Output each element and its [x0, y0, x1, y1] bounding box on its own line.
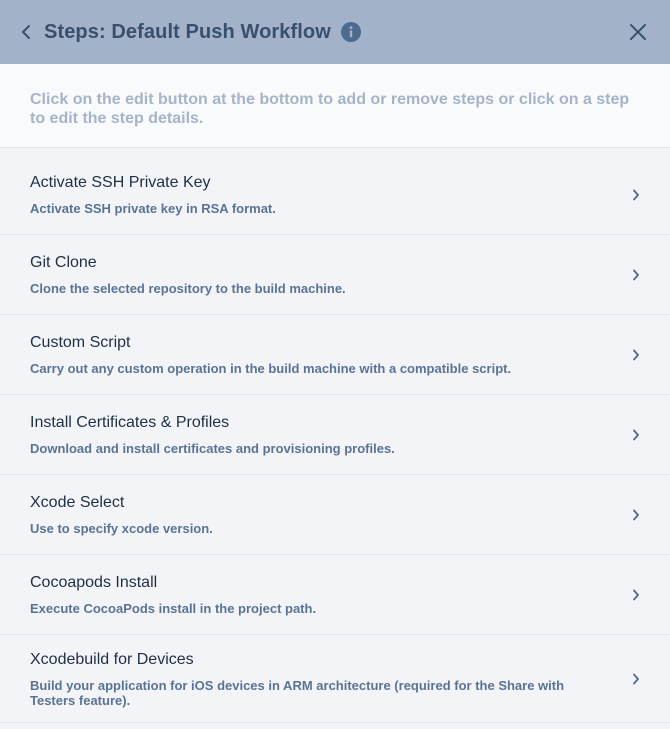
instructions-text: Click on the edit button at the bottom t…	[30, 91, 630, 127]
step-name: Git Clone	[30, 254, 97, 271]
chevron-right-icon	[624, 507, 640, 523]
page-title: Steps: Default Push Workflow	[44, 20, 331, 43]
step-name: Xcodebuild for Devices	[30, 650, 194, 668]
step-item[interactable]: Git Clone Clone the selected repository …	[0, 235, 670, 315]
step-description: Clone the selected repository to the bui…	[30, 281, 346, 296]
chevron-right-icon	[624, 347, 640, 363]
step-list: Activate SSH Private Key Activate SSH pr…	[0, 148, 670, 723]
chevron-right-icon	[624, 427, 640, 443]
chevron-right-icon	[624, 187, 640, 203]
step-description: Execute CocoaPods install in the project…	[30, 601, 317, 616]
close-button[interactable]	[626, 20, 650, 44]
step-description: Build your application for iOS devices i…	[30, 677, 565, 708]
info-icon[interactable]	[340, 22, 361, 42]
chevron-left-icon	[22, 25, 30, 39]
close-icon	[630, 24, 646, 40]
chevron-right-icon	[624, 267, 640, 283]
step-description: Download and install certificates and pr…	[30, 441, 395, 456]
step-item[interactable]: Cocoapods Install Execute CocoaPods inst…	[0, 555, 670, 635]
step-description: Use to specify xcode version.	[30, 521, 213, 536]
step-name: Install Certificates & Profiles	[30, 414, 230, 431]
step-description: Activate SSH private key in RSA format.	[30, 201, 276, 216]
back-button[interactable]	[16, 20, 36, 44]
step-name: Activate SSH Private Key	[30, 174, 211, 191]
instructions-section: Click on the edit button at the bottom t…	[0, 64, 670, 148]
chevron-right-icon	[624, 587, 640, 603]
chevron-right-icon	[624, 671, 640, 687]
step-item[interactable]: Xcodebuild for Devices Build your applic…	[0, 635, 670, 723]
step-description: Carry out any custom operation in the bu…	[30, 361, 512, 376]
step-item[interactable]: Install Certificates & Profiles Download…	[0, 395, 670, 475]
step-name: Cocoapods Install	[30, 574, 158, 591]
step-item[interactable]: Custom Script Carry out any custom opera…	[0, 315, 670, 395]
step-name: Custom Script	[30, 334, 131, 351]
steps-panel: Steps: Default Push Workflow Click on th…	[0, 0, 670, 729]
step-item[interactable]: Xcode Select Use to specify xcode versio…	[0, 475, 670, 555]
panel-header: Steps: Default Push Workflow	[0, 0, 670, 64]
step-item[interactable]: Activate SSH Private Key Activate SSH pr…	[0, 155, 670, 235]
step-name: Xcode Select	[30, 494, 125, 511]
